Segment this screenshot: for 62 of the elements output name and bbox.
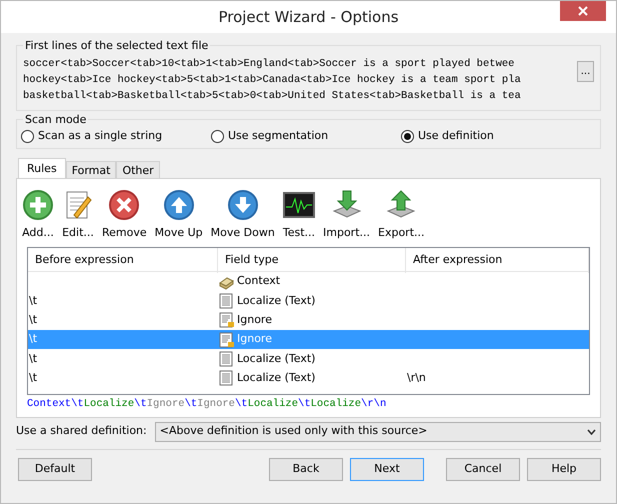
table-cell-text: Ignore	[236, 331, 272, 348]
table-cell-text: Context	[236, 273, 280, 290]
radio-label[interactable]: Scan as a single string	[38, 128, 162, 144]
caret-icon	[587, 428, 596, 434]
dialog-button[interactable]: Help	[527, 458, 601, 480]
text-line: soccer<tab>Soccer<tab>10<tab>1<tab>England<tab>Soccer is a sport played betwee	[23, 57, 516, 72]
close-icon	[578, 6, 588, 16]
table-row[interactable]: \t Ignore	[28, 310, 589, 330]
table-row[interactable]: Context	[28, 272, 589, 292]
document-lock-icon	[218, 312, 234, 328]
document-icon	[218, 350, 234, 367]
table-cell: \t	[28, 294, 38, 307]
table-cell: \t	[28, 370, 38, 384]
toolbar-button[interactable]: Import...	[323, 188, 370, 241]
table-cell-text: Ignore	[236, 312, 272, 328]
radio-button[interactable]	[21, 130, 34, 143]
table-cell: \r\n	[406, 370, 426, 384]
column-header[interactable]: Before expression	[28, 248, 218, 272]
dropdown-field[interactable]: <Above definition is used only with this source>	[154, 422, 601, 442]
radio-button[interactable]	[401, 130, 414, 143]
text-line: basketball<tab>Basketball<tab>5<tab>0<tab>United States<tab>Basketball is a tea	[23, 89, 522, 104]
column-header[interactable]: After expression	[406, 248, 589, 272]
radio-button[interactable]	[211, 130, 224, 143]
toolbar-button[interactable]: Add...	[22, 188, 54, 241]
close-button[interactable]	[560, 1, 606, 21]
dialog-button[interactable]: Cancel	[446, 458, 520, 480]
toolbar-button[interactable]: Test...	[282, 188, 315, 241]
table-cell: \t	[28, 332, 38, 346]
field-label: Use a shared definition:	[16, 423, 147, 440]
column-header[interactable]: Field type	[218, 248, 406, 272]
toolbar-button[interactable]: Export...	[378, 188, 424, 241]
tab[interactable]: Other	[116, 160, 160, 178]
x-circle-icon	[108, 188, 140, 220]
table-cell: \t	[28, 352, 38, 365]
toolbar-button[interactable]: Move Down	[210, 188, 275, 241]
text-line: hockey<tab>Ice hockey<tab>5<tab>1<tab>Canada<tab>Ice hockey is a team sport pla	[23, 73, 522, 88]
dialog-button[interactable]: Back	[269, 458, 343, 480]
definition-summary: Context\t Localize\tIgnore\tIgnore\tLocalize\tLocalize\r\n	[27, 397, 388, 412]
radio-label[interactable]: Use segmentation	[228, 128, 328, 144]
document-icon	[218, 370, 234, 386]
toolbar-button[interactable]: Edit...	[62, 188, 94, 241]
down-arrow-tray-icon	[330, 188, 362, 220]
radio-label[interactable]: Use definition	[418, 128, 494, 144]
table-cell-text: Localize (Text)	[236, 292, 316, 309]
browse-button[interactable]: ...	[577, 61, 594, 82]
table-cell-text: Localize (Text)	[236, 350, 316, 367]
window-title: Project Wizard - Options	[218, 6, 399, 28]
toolbar-button[interactable]: Move Up	[154, 188, 203, 241]
tab[interactable]: Format	[66, 160, 116, 178]
table-cell-text: Localize (Text)	[236, 370, 316, 386]
dialog-button[interactable]: Default	[18, 458, 92, 480]
table-row[interactable]: \t Localize (Text) \r\n	[28, 368, 589, 388]
document-icon	[218, 292, 234, 309]
table-row[interactable]: \t Localize (Text)	[28, 291, 589, 311]
tab[interactable]: Rules	[18, 158, 66, 178]
plus-icon	[22, 188, 54, 220]
dialog-button[interactable]: Next	[350, 458, 424, 480]
document-lock-icon	[218, 332, 234, 348]
up-arrow-tray-icon	[385, 188, 418, 220]
table-row[interactable]: \t Localize (Text)	[28, 349, 589, 368]
table-cell: \t	[28, 312, 38, 326]
toolbar-button[interactable]: Remove	[102, 188, 147, 241]
